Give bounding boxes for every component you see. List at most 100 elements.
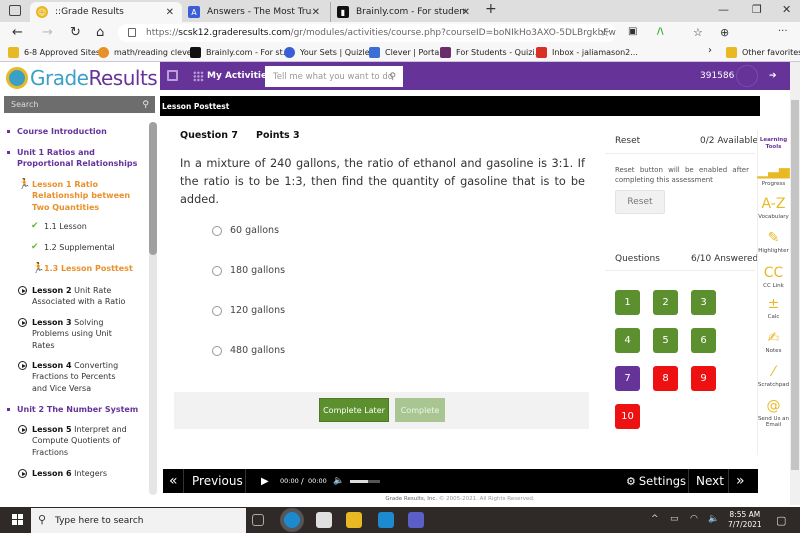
extension-icon[interactable]: /\ [657,27,664,37]
question-nav-button-9[interactable]: 9 [691,366,716,391]
radio-button[interactable] [212,225,222,236]
sidebar-item-1-3-posttest[interactable]: 🏃 1.3 Lesson Posttest [32,263,133,274]
complete-button[interactable]: Complete [395,398,445,422]
tab-grade-results[interactable]: ☺ ::Grade Results ✕ [30,2,182,22]
mail-icon[interactable] [378,512,394,528]
sidebar-scrollbar[interactable] [149,122,157,495]
complete-later-button[interactable]: Complete Later [319,398,389,422]
sidebar-scrollbar-thumb[interactable] [149,122,157,255]
wifi-icon[interactable]: ◠ [690,514,698,524]
reading-list-icon[interactable]: ▣ [628,26,637,37]
question-nav-button-2[interactable]: 2 [653,290,678,315]
tool-vocabulary[interactable]: A-Z Vocabulary [757,196,790,220]
tab-actions-icon[interactable] [9,5,21,16]
sidebar-search-input[interactable]: Search ⚲ [4,96,155,113]
close-tab-icon[interactable]: ✕ [462,7,470,18]
bookmarks-overflow-button[interactable]: › [708,45,712,56]
logout-icon[interactable]: ➔ [769,71,777,81]
question-nav-button-6[interactable]: 6 [691,328,716,353]
question-nav-button-3[interactable]: 3 [691,290,716,315]
sidebar-item-course-introduction[interactable]: Course Introduction [7,126,142,137]
previous-button[interactable]: Previous [192,469,243,493]
next-button[interactable]: Next [696,469,724,493]
tool-cc-link[interactable]: CC CC Link [757,265,790,289]
system-clock[interactable]: 8:55 AM 7/7/2021 [728,510,762,530]
question-nav-button-5[interactable]: 5 [653,328,678,353]
sidebar-item-lesson-2[interactable]: Lesson 2 Unit Rate Associated with a Rat… [18,285,132,308]
show-hidden-icons[interactable]: ^ [651,514,659,524]
notifications-icon[interactable]: ▢ [776,514,786,527]
search-icon[interactable]: ⚲ [142,100,149,110]
sidebar-item-1-1-lesson[interactable]: ✔ 1.1 Lesson [31,221,87,232]
url-input[interactable]: https://scsk12.graderesults.com/gr/modul… [118,24,616,42]
tool-notes[interactable]: ✍ Notes [757,330,790,354]
sidebar-item-lesson-1[interactable]: 🏃 Lesson 1 Ratio Relationship between Two… [18,179,132,213]
question-nav-button-10[interactable]: 10 [615,404,640,429]
tab-brainly[interactable]: ▮ Brainly.com - For students. By st ✕ [330,2,478,22]
settings-button[interactable]: ⚙ Settings [626,469,686,493]
edge-browser-icon[interactable] [284,512,300,528]
next-arrow-icon[interactable]: » [736,469,745,493]
tell-me-search-input[interactable]: Tell me what you want to do ⚲ [265,66,403,87]
radio-button[interactable] [212,305,222,316]
user-avatar-icon[interactable] [736,65,758,87]
tab-answers[interactable]: A Answers - The Most Trusted Plac ✕ [182,2,328,22]
sidebar-item-lesson-3[interactable]: Lesson 3 Solving Problems using Unit Rat… [18,317,122,351]
collections-icon[interactable]: ⊕ [720,26,729,39]
bookmark-math-reading[interactable]: math/reading clever [98,47,195,58]
windows-start-icon[interactable] [12,514,23,525]
restore-button[interactable]: ❐ [752,3,762,16]
my-activities-button[interactable]: My Activities [193,66,272,86]
search-icon[interactable]: ⚲ [389,72,396,82]
bookmark-clever[interactable]: Clever | Portal [369,47,441,58]
logo[interactable]: GradeResults [0,62,160,95]
sidebar-item-unit-1[interactable]: Unit 1 Ratios and Proportional Relations… [7,147,142,170]
bookmark-quizizz[interactable]: For Students - Quizi... [440,47,542,58]
question-nav-button-1[interactable]: 1 [615,290,640,315]
favorite-star-icon[interactable]: ☆ [600,26,610,39]
taskbar-search-input[interactable]: ⚲ Type here to search [31,508,246,533]
task-view-icon[interactable] [252,514,264,526]
close-window-button[interactable]: ✕ [782,3,791,16]
forward-icon[interactable]: → [42,25,53,40]
answer-option[interactable]: 120 gallons [212,305,285,316]
menu-icon[interactable] [167,70,178,81]
sidebar-item-unit-2[interactable]: Unit 2 The Number System [7,404,142,415]
bookmark-brainly[interactable]: Brainly.com - For st... [190,47,290,58]
other-favorites[interactable]: Other favorites [726,47,800,58]
battery-icon[interactable]: ▭ [670,514,679,524]
tool-send-us-an-email[interactable]: @ Send Us an Email [757,398,790,428]
reset-button[interactable]: Reset [615,190,665,214]
file-explorer-icon[interactable] [346,512,362,528]
bookmark-gmail[interactable]: Inbox - jaliamason2... [536,47,638,58]
close-tab-icon[interactable]: ✕ [312,7,320,18]
back-icon[interactable]: ← [12,25,23,40]
refresh-icon[interactable]: ↻ [70,25,81,40]
volume-icon[interactable]: 🔈 [333,469,344,493]
sidebar-item-lesson-5[interactable]: Lesson 5 Interpret and Compute Quotients… [18,424,127,458]
tool-scratchpad[interactable]: ⁄ Scratchpad [757,364,790,388]
tool-progress[interactable]: ▁▃▅ Progress [757,163,790,187]
answer-option[interactable]: 180 gallons [212,265,285,276]
tool-calc[interactable]: ± Calc [757,296,790,320]
home-icon[interactable]: ⌂ [96,25,104,40]
teams-icon[interactable] [408,512,424,528]
speaker-icon[interactable]: 🔈 [708,514,719,524]
radio-button[interactable] [212,265,222,276]
store-icon[interactable] [316,512,332,528]
sidebar-item-lesson-6[interactable]: Lesson 6 Integers [18,468,132,479]
question-nav-button-8[interactable]: 8 [653,366,678,391]
volume-slider[interactable] [350,480,380,483]
tool-highlighter[interactable]: ✎ Highlighter [757,230,790,254]
new-tab-button[interactable]: + [485,1,497,17]
answer-option[interactable]: 60 gallons [212,225,279,236]
bookmark-quizlet[interactable]: Your Sets | Quizlet [284,47,373,58]
answer-option[interactable]: 480 gallons [212,345,285,356]
question-nav-button-4[interactable]: 4 [615,328,640,353]
sidebar-item-lesson-4[interactable]: Lesson 4 Converting Fractions to Percent… [18,360,132,394]
radio-button[interactable] [212,345,222,356]
previous-arrow-icon[interactable]: « [169,469,178,493]
page-scrollbar[interactable] [790,62,800,505]
play-icon[interactable]: ▶ [261,469,269,493]
scrollbar-thumb[interactable] [791,100,799,470]
